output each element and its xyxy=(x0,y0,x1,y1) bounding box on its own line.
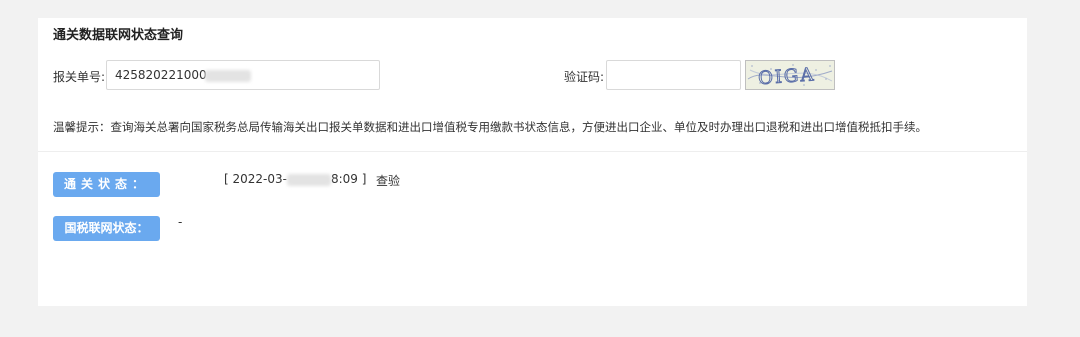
customs-status-result: 查验 xyxy=(376,174,401,188)
declaration-number-label: 报关单号: xyxy=(53,70,106,84)
captcha-text: OIGA xyxy=(757,64,816,89)
tax-network-status-label: 国税联网状态： xyxy=(53,216,160,241)
notice-text: 温馨提示：查询海关总署向国家税务总局传输海关出口报关单数据和进出口增值税专用缴款… xyxy=(53,120,927,134)
page-title: 通关数据联网状态查询 xyxy=(53,28,184,43)
query-panel: 通关数据联网状态查询 报关单号: 425820221000 验证码: OIGA … xyxy=(38,18,1027,306)
redacted-mask xyxy=(204,69,251,82)
captcha-noise-graphic: OIGA xyxy=(746,61,834,90)
declaration-number-input[interactable]: 425820221000 xyxy=(106,60,380,90)
customs-status-time-suffix: 8:09 ] xyxy=(330,172,367,186)
customs-status-time: [ 2022-03- 8:09 ] xyxy=(224,172,366,186)
captcha-image[interactable]: OIGA xyxy=(745,60,835,90)
tax-network-status-value: - xyxy=(178,215,183,229)
captcha-input[interactable] xyxy=(606,60,741,90)
captcha-label: 验证码: xyxy=(564,70,605,84)
customs-status-time-prefix: [ 2022-03- xyxy=(224,172,287,186)
redacted-mask xyxy=(286,173,331,186)
declaration-number-value: 425820221000 xyxy=(115,68,207,82)
section-divider xyxy=(38,151,1027,152)
customs-status-label: 通关状态： xyxy=(53,172,160,197)
